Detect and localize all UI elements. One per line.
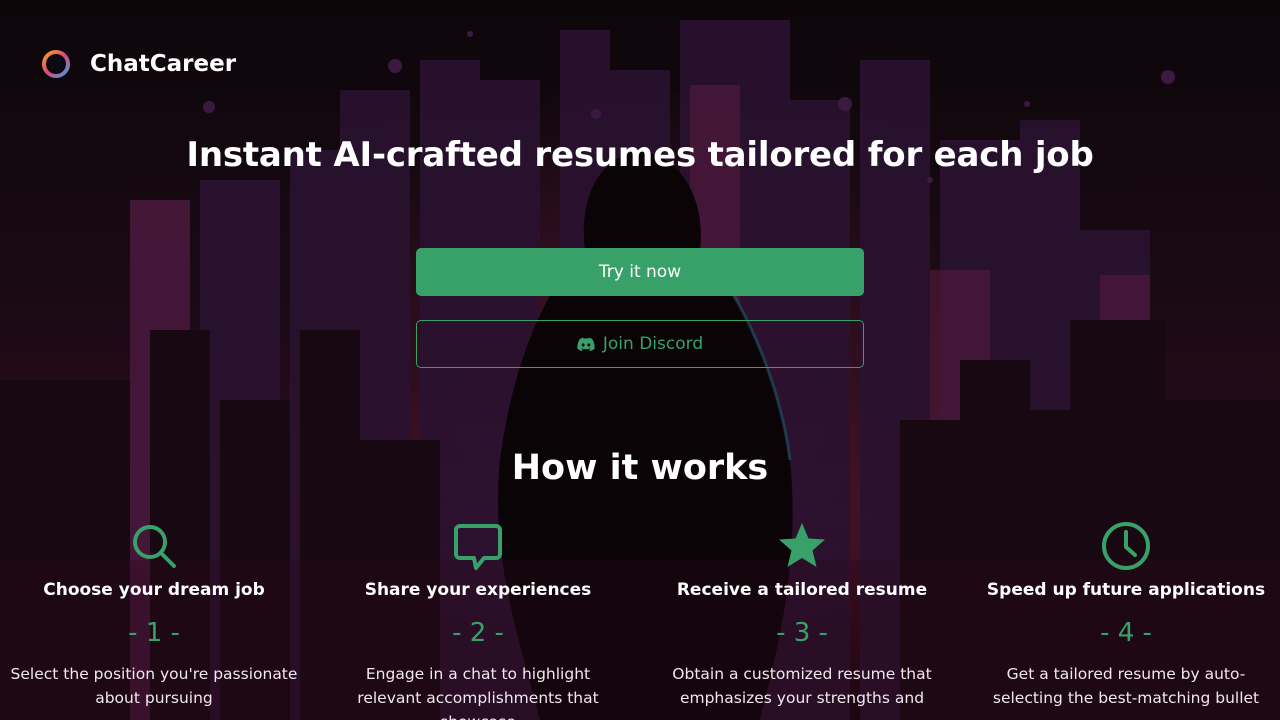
step-speed-up: Speed up future applications - 4 - Get a… xyxy=(966,520,1280,710)
step-number: - 2 - xyxy=(452,618,504,648)
hero-title: Instant AI-crafted resumes tailored for … xyxy=(186,135,1094,175)
step-number: - 1 - xyxy=(128,618,180,648)
step-choose-job: Choose your dream job - 1 - Select the p… xyxy=(0,520,314,710)
how-it-works-title: How it works xyxy=(511,448,769,488)
site-header: ChatCareer xyxy=(40,48,236,80)
brand-name[interactable]: ChatCareer xyxy=(90,51,236,77)
step-description: Get a tailored resume by auto-selecting … xyxy=(992,665,1260,707)
try-it-now-button[interactable]: Try it now xyxy=(416,248,864,296)
star-icon xyxy=(779,523,825,567)
chat-bubble-icon xyxy=(454,524,502,570)
step-description: Obtain a customized resume that emphasiz… xyxy=(672,665,932,707)
join-discord-label: Join Discord xyxy=(602,334,704,354)
step-title: Receive a tailored resume xyxy=(676,580,928,600)
step-receive-resume: Receive a tailored resume - 3 - Obtain a… xyxy=(642,520,962,710)
steps-list: Choose your dream job - 1 - Select the p… xyxy=(0,520,1280,720)
search-icon xyxy=(133,525,176,568)
step-share-experiences: Share your experiences - 2 - Engage in a… xyxy=(318,520,638,720)
step-title: Speed up future applications xyxy=(986,580,1266,600)
step-title: Share your experiences xyxy=(364,580,592,600)
clock-icon xyxy=(1102,522,1150,570)
step-title: Choose your dream job xyxy=(43,580,265,600)
try-it-now-label: Try it now xyxy=(598,262,682,282)
step-number: - 4 - xyxy=(1100,618,1152,648)
step-description: Select the position you're passionate ab… xyxy=(10,665,298,707)
join-discord-button[interactable]: Join Discord xyxy=(416,320,864,368)
step-number: - 3 - xyxy=(776,618,828,648)
step-description: Engage in a chat to highlight relevant a… xyxy=(357,665,599,720)
ring-logo-icon[interactable] xyxy=(40,48,72,80)
discord-icon xyxy=(577,337,595,351)
